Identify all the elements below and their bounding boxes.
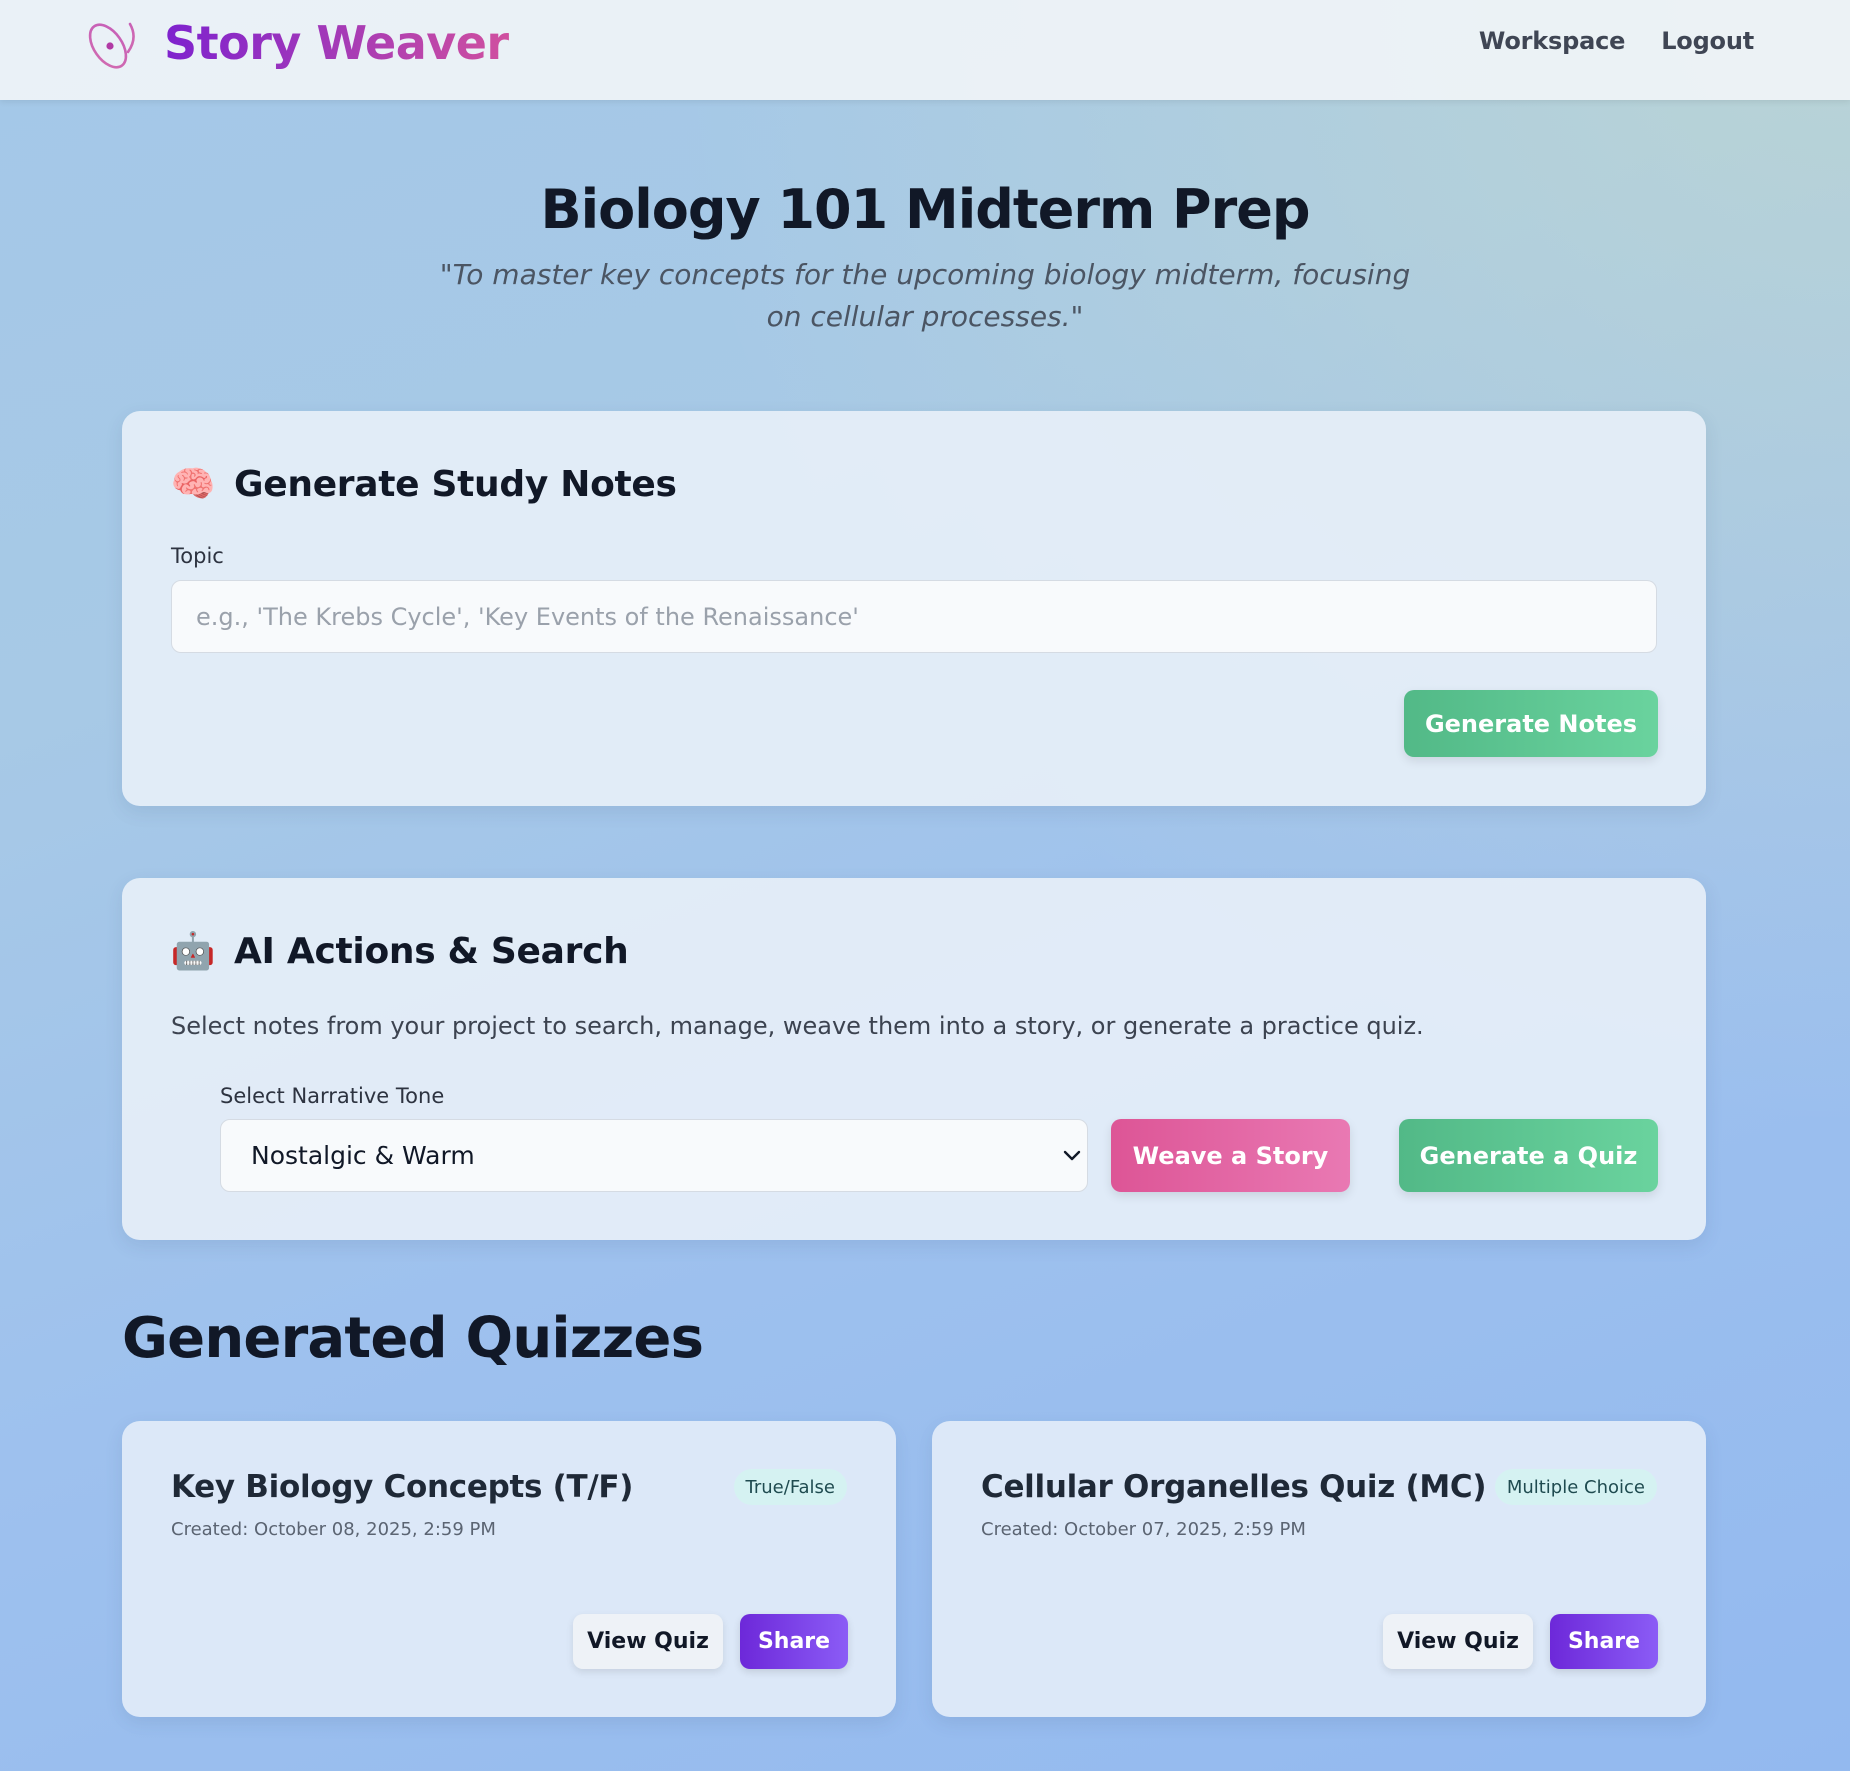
orbit-logo-icon[interactable]	[80, 16, 140, 76]
generate-notes-button[interactable]: Generate Notes	[1404, 690, 1658, 757]
narrative-tone-label: Select Narrative Tone	[220, 1084, 445, 1108]
project-goal-subtitle: "To master key concepts for the upcoming…	[439, 258, 1411, 333]
top-navigation-bar: Story Weaver Workspace Logout	[0, 0, 1850, 100]
generated-quizzes-title: Generated Quizzes	[122, 1306, 704, 1371]
ai-actions-heading-text: AI Actions & Search	[234, 930, 629, 972]
generate-notes-card: 🧠 Generate Study Notes Topic Generate No…	[122, 411, 1706, 806]
page-title: Biology 101 Midterm Prep	[540, 178, 1310, 241]
chevron-down-icon	[1063, 1150, 1081, 1161]
quiz-type-badge: Multiple Choice	[1494, 1469, 1657, 1505]
topic-label: Topic	[171, 544, 224, 568]
quiz-card: Key Biology Concepts (T/F) True/False Cr…	[122, 1421, 896, 1717]
quiz-type-badge: True/False	[733, 1469, 847, 1505]
share-quiz-button[interactable]: Share	[1550, 1614, 1658, 1669]
view-quiz-button[interactable]: View Quiz	[573, 1614, 723, 1669]
main-nav: Workspace Logout	[1479, 27, 1754, 55]
share-quiz-button[interactable]: Share	[740, 1614, 848, 1669]
brand-title[interactable]: Story Weaver	[164, 16, 509, 70]
ai-actions-card: 🤖 AI Actions & Search Select notes from …	[122, 878, 1706, 1240]
view-quiz-button[interactable]: View Quiz	[1383, 1614, 1533, 1669]
generate-notes-heading: 🧠 Generate Study Notes	[170, 463, 677, 506]
topic-input[interactable]	[171, 580, 1657, 653]
quiz-created-date: Created: October 07, 2025, 2:59 PM	[981, 1519, 1306, 1540]
generate-quiz-button[interactable]: Generate a Quiz	[1399, 1119, 1658, 1192]
robot-icon: 🤖	[170, 931, 216, 972]
nav-logout-link[interactable]: Logout	[1661, 27, 1754, 55]
brain-icon: 🧠	[170, 464, 216, 505]
ai-actions-heading: 🤖 AI Actions & Search	[170, 930, 629, 973]
quiz-title: Cellular Organelles Quiz (MC)	[981, 1469, 1487, 1505]
narrative-tone-selected-value: Nostalgic & Warm	[251, 1141, 475, 1170]
nav-workspace-link[interactable]: Workspace	[1479, 27, 1625, 55]
generate-notes-heading-text: Generate Study Notes	[234, 463, 677, 505]
quiz-created-date: Created: October 08, 2025, 2:59 PM	[171, 1519, 496, 1540]
weave-story-button[interactable]: Weave a Story	[1111, 1119, 1350, 1192]
ai-actions-description: Select notes from your project to search…	[171, 1012, 1424, 1040]
narrative-tone-select[interactable]: Nostalgic & Warm	[220, 1119, 1088, 1192]
quiz-title: Key Biology Concepts (T/F)	[171, 1469, 634, 1505]
quiz-card: Cellular Organelles Quiz (MC) Multiple C…	[932, 1421, 1706, 1717]
